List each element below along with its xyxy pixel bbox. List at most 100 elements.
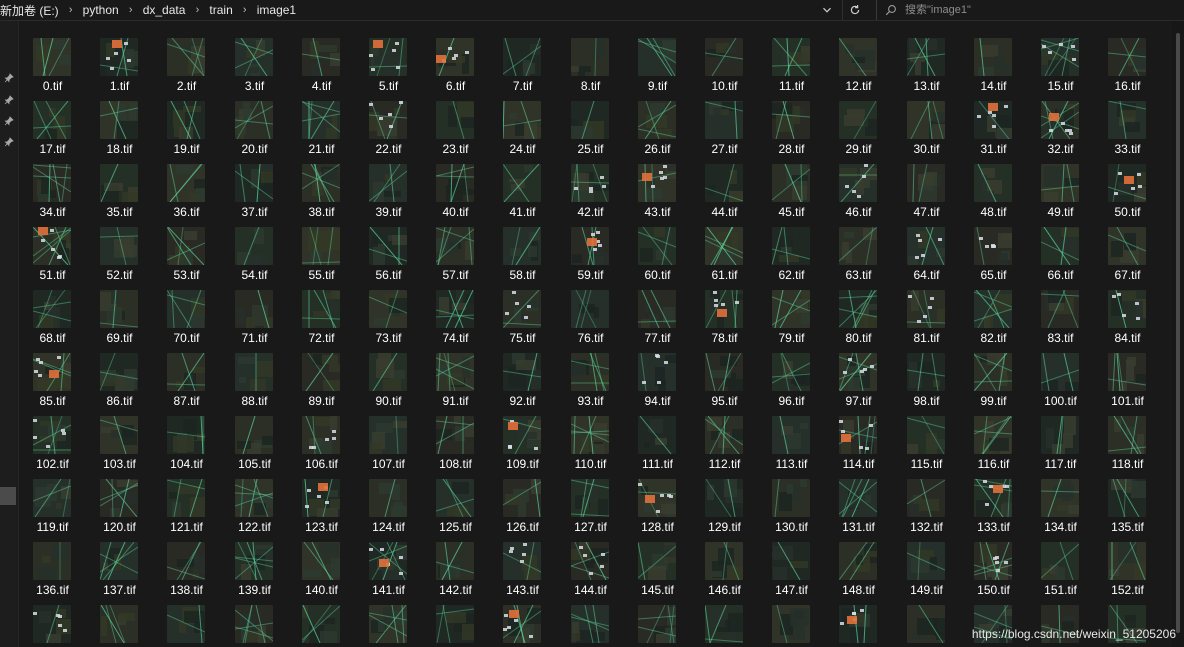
file-item[interactable]: 107.tif <box>355 399 422 471</box>
chevron-right-icon[interactable]: › <box>235 4 255 16</box>
file-item[interactable]: 126.tif <box>489 462 556 534</box>
file-item[interactable]: 145.tif <box>624 525 691 597</box>
file-item[interactable]: 104.tif <box>153 399 220 471</box>
file-item[interactable]: 32.tif <box>1027 84 1094 156</box>
file-item[interactable]: 45.tif <box>758 147 825 219</box>
file-item[interactable]: 30.tif <box>893 84 960 156</box>
file-item[interactable]: 19.tif <box>153 84 220 156</box>
file-item[interactable]: 44.tif <box>691 147 758 219</box>
file-item[interactable]: 77.tif <box>624 273 691 345</box>
file-item[interactable]: 160.tif <box>489 588 556 647</box>
file-item[interactable]: 67.tif <box>1094 210 1161 282</box>
file-item[interactable]: 33.tif <box>1094 84 1161 156</box>
file-item[interactable]: 13.tif <box>893 21 960 93</box>
file-item[interactable]: 53.tif <box>153 210 220 282</box>
file-item[interactable]: 43.tif <box>624 147 691 219</box>
file-item[interactable]: 51.tif <box>19 210 86 282</box>
file-item[interactable]: 128.tif <box>624 462 691 534</box>
file-item[interactable]: 89.tif <box>288 336 355 408</box>
file-item[interactable]: 28.tif <box>758 84 825 156</box>
file-item[interactable]: 153.tif <box>19 588 86 647</box>
file-item[interactable]: 94.tif <box>624 336 691 408</box>
pin-icon[interactable] <box>4 113 14 126</box>
file-item[interactable]: 79.tif <box>758 273 825 345</box>
file-item[interactable]: 152.tif <box>1094 525 1161 597</box>
file-item[interactable]: 38.tif <box>288 147 355 219</box>
file-item[interactable]: 117.tif <box>1027 399 1094 471</box>
file-item[interactable]: 15.tif <box>1027 21 1094 93</box>
file-item[interactable]: 61.tif <box>691 210 758 282</box>
file-item[interactable]: 71.tif <box>221 273 288 345</box>
file-item[interactable]: 62.tif <box>758 210 825 282</box>
file-item[interactable]: 146.tif <box>691 525 758 597</box>
file-item[interactable]: 110.tif <box>557 399 624 471</box>
file-item[interactable]: 149.tif <box>893 525 960 597</box>
file-item[interactable]: 36.tif <box>153 147 220 219</box>
file-item[interactable]: 136.tif <box>19 525 86 597</box>
file-item[interactable]: 98.tif <box>893 336 960 408</box>
file-item[interactable]: 18.tif <box>86 84 153 156</box>
file-item[interactable]: 55.tif <box>288 210 355 282</box>
file-item[interactable]: 47.tif <box>893 147 960 219</box>
file-item[interactable]: 22.tif <box>355 84 422 156</box>
file-item[interactable]: 147.tif <box>758 525 825 597</box>
file-item[interactable]: 40.tif <box>422 147 489 219</box>
file-item[interactable]: 122.tif <box>221 462 288 534</box>
breadcrumb-image1[interactable]: image1 <box>255 3 298 17</box>
file-item[interactable]: 10.tif <box>691 21 758 93</box>
file-item[interactable]: 155.tif <box>153 588 220 647</box>
file-item[interactable]: 83.tif <box>1027 273 1094 345</box>
file-item[interactable]: 65.tif <box>960 210 1027 282</box>
file-item[interactable]: 163.tif <box>691 588 758 647</box>
file-item[interactable]: 7.tif <box>489 21 556 93</box>
file-item[interactable]: 76.tif <box>557 273 624 345</box>
file-item[interactable]: 27.tif <box>691 84 758 156</box>
file-item[interactable]: 70.tif <box>153 273 220 345</box>
file-item[interactable]: 66.tif <box>1027 210 1094 282</box>
file-item[interactable]: 68.tif <box>19 273 86 345</box>
file-item[interactable]: 64.tif <box>893 210 960 282</box>
file-item[interactable]: 34.tif <box>19 147 86 219</box>
file-item[interactable]: 78.tif <box>691 273 758 345</box>
file-item[interactable]: 85.tif <box>19 336 86 408</box>
file-item[interactable]: 144.tif <box>557 525 624 597</box>
file-item[interactable]: 133.tif <box>960 462 1027 534</box>
file-item[interactable]: 1.tif <box>86 21 153 93</box>
file-item[interactable]: 127.tif <box>557 462 624 534</box>
file-item[interactable]: 105.tif <box>221 399 288 471</box>
chevron-right-icon[interactable]: › <box>121 4 141 16</box>
file-item[interactable]: 52.tif <box>86 210 153 282</box>
navigation-pane[interactable] <box>0 21 19 647</box>
file-item[interactable]: 63.tif <box>825 210 892 282</box>
file-item[interactable]: 150.tif <box>960 525 1027 597</box>
file-item[interactable]: 158.tif <box>355 588 422 647</box>
file-item[interactable]: 17.tif <box>19 84 86 156</box>
nav-scroll-thumb[interactable] <box>0 487 16 505</box>
file-item[interactable]: 159.tif <box>422 588 489 647</box>
file-item[interactable]: 118.tif <box>1094 399 1161 471</box>
chevron-down-icon[interactable] <box>817 0 837 20</box>
file-item[interactable]: 73.tif <box>355 273 422 345</box>
file-item[interactable]: 143.tif <box>489 525 556 597</box>
file-item[interactable]: 49.tif <box>1027 147 1094 219</box>
file-item[interactable]: 151.tif <box>1027 525 1094 597</box>
file-item[interactable]: 4.tif <box>288 21 355 93</box>
file-item[interactable]: 109.tif <box>489 399 556 471</box>
file-item[interactable]: 123.tif <box>288 462 355 534</box>
file-item[interactable]: 72.tif <box>288 273 355 345</box>
file-item[interactable]: 31.tif <box>960 84 1027 156</box>
file-item[interactable]: 84.tif <box>1094 273 1161 345</box>
file-item[interactable]: 119.tif <box>19 462 86 534</box>
file-item[interactable]: 12.tif <box>825 21 892 93</box>
file-item[interactable]: 87.tif <box>153 336 220 408</box>
file-item[interactable]: 9.tif <box>624 21 691 93</box>
file-item[interactable]: 75.tif <box>489 273 556 345</box>
file-item[interactable]: 42.tif <box>557 147 624 219</box>
file-item[interactable]: 16.tif <box>1094 21 1161 93</box>
file-item[interactable]: 99.tif <box>960 336 1027 408</box>
file-item[interactable]: 59.tif <box>557 210 624 282</box>
file-item[interactable]: 20.tif <box>221 84 288 156</box>
file-item[interactable]: 112.tif <box>691 399 758 471</box>
file-item[interactable]: 116.tif <box>960 399 1027 471</box>
file-item[interactable]: 102.tif <box>19 399 86 471</box>
